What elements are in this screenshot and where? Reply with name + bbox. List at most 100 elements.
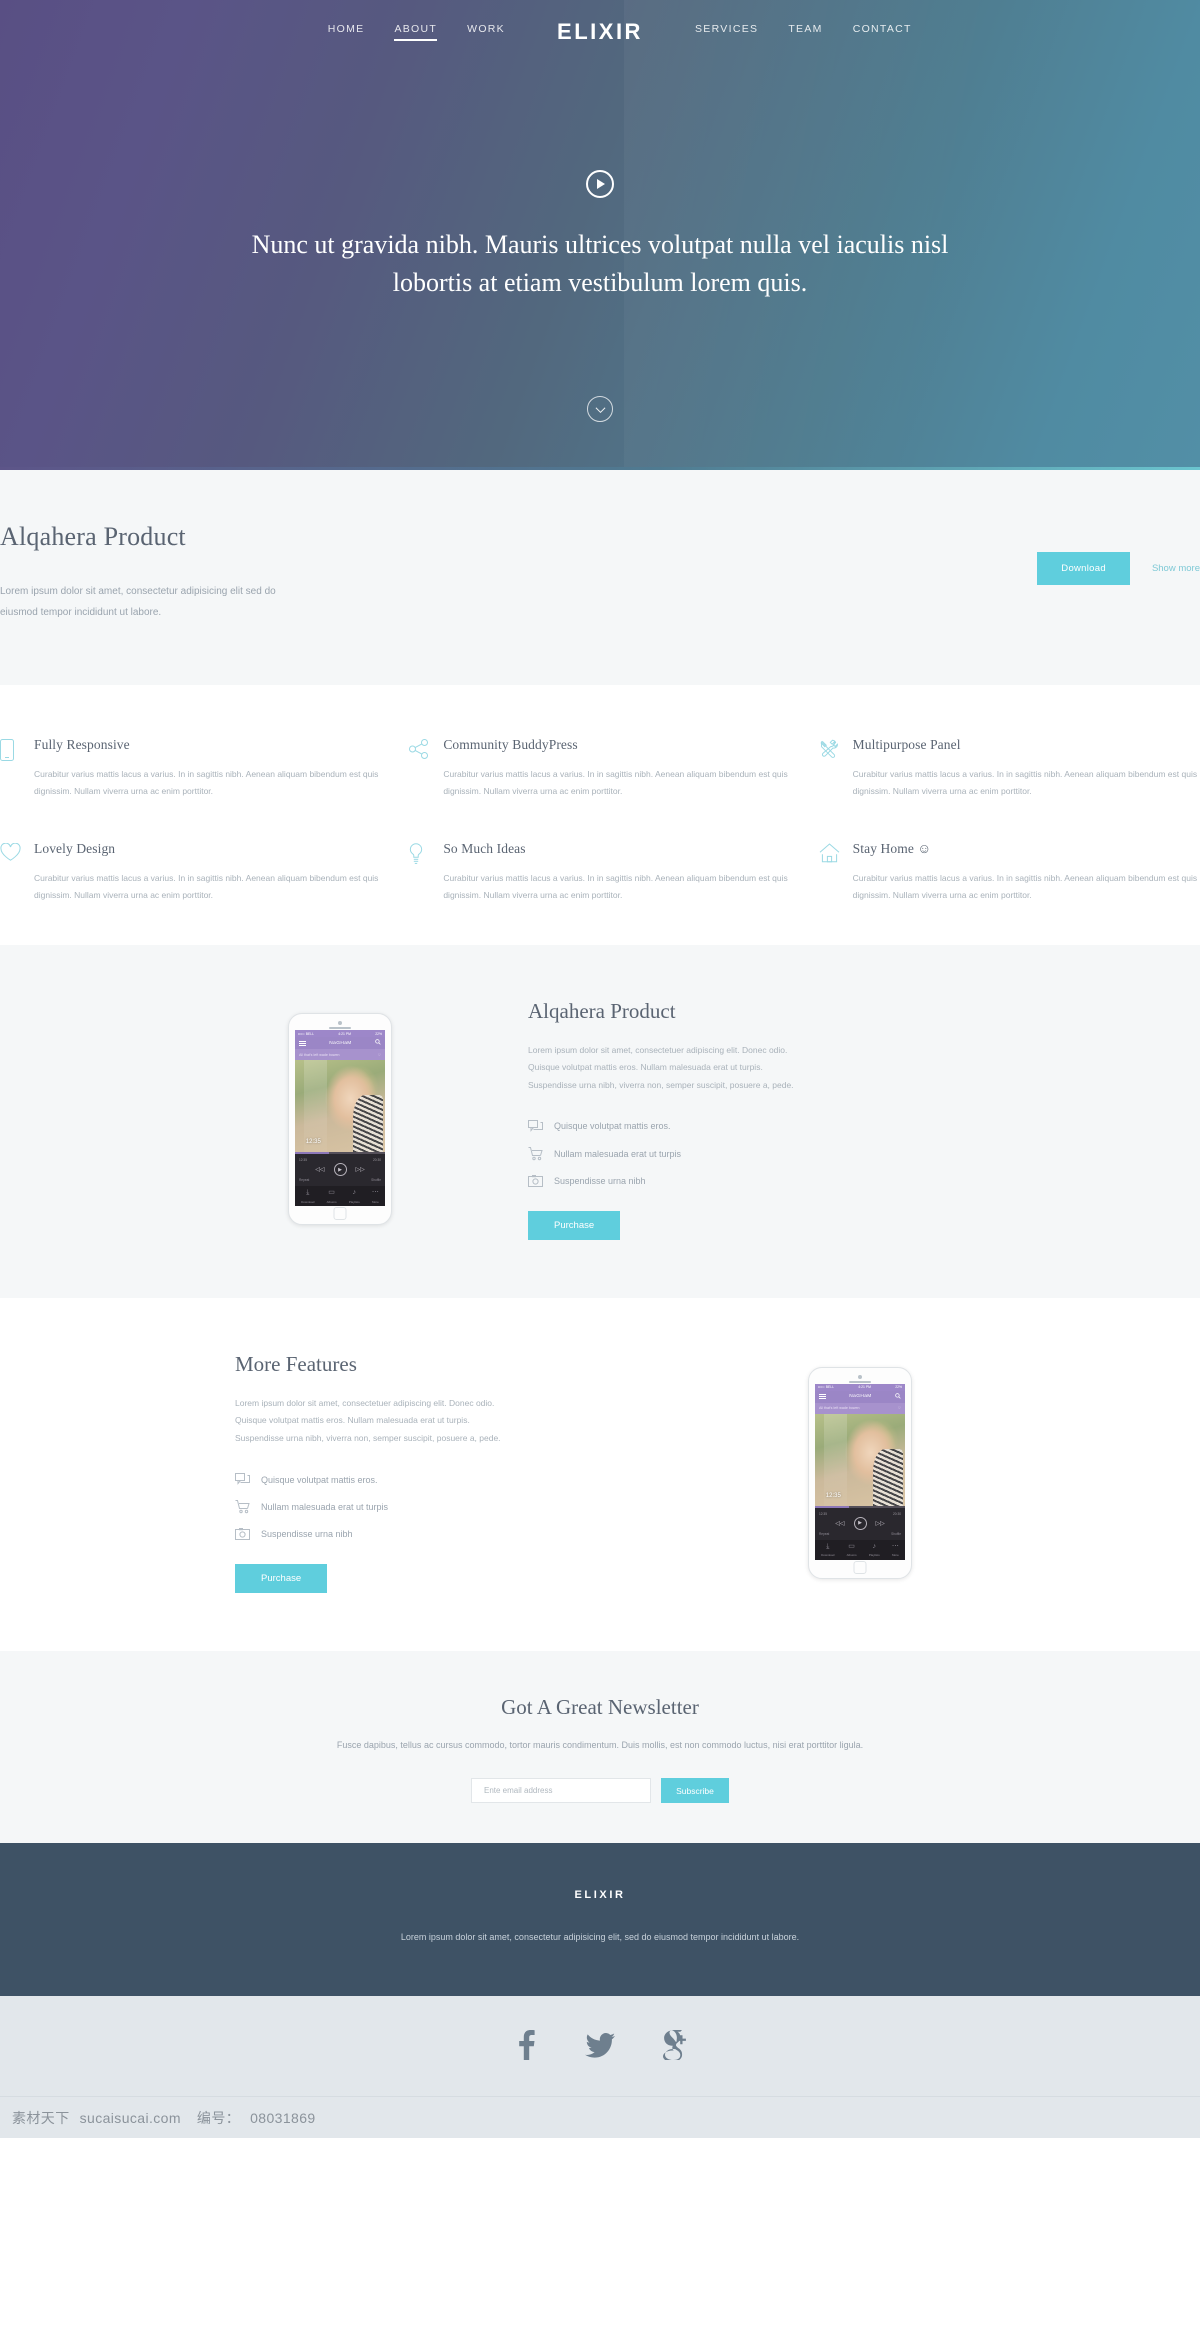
twitter-icon[interactable] [583,2028,617,2062]
feature-card: Stay Home ☺ Curabitur varius mattis lacu… [819,841,1200,905]
feature-text: Curabitur varius mattis lacus a varius. … [443,769,788,797]
list-item-label: Suspendisse urna nibh [554,1175,646,1186]
watermark-site-cn: 素材天下 [12,2109,70,2126]
share-nodes-icon [409,737,431,801]
tab-download[interactable]: ⤓ Download [821,1542,834,1558]
phone-battery: 22% [375,1031,382,1036]
play-triangle-icon [597,179,605,189]
phone-mockup-right: ••••○ BELL 4:21 PM 22% NaGHaM All that's… [710,1366,1010,1579]
phone-device: ••••○ BELL 4:21 PM 22% NaGHaM All that's… [808,1366,912,1579]
features-section: Fully Responsive Curabitur varius mattis… [0,685,1200,945]
phone-time: 4:21 PM [338,1031,351,1036]
nav-item-team[interactable]: TEAM [788,23,822,41]
next-icon[interactable]: ▷▷ [876,1520,885,1527]
phone-time: 4:21 PM [858,1385,871,1390]
home-icon [819,841,841,905]
shuffle-label[interactable]: Shuffle [891,1532,901,1536]
cart-icon [235,1500,250,1514]
heart-outline-icon[interactable]: ♡ [378,1053,381,1057]
phone-screen: ••••○ BELL 4:21 PM 22% NaGHaM All that's… [295,1030,385,1207]
facebook-icon[interactable] [509,2028,543,2062]
phone-appbar: NaGHaM [815,1390,905,1403]
brand-logo[interactable]: ELIXIR [505,19,695,45]
email-field[interactable] [471,1778,651,1804]
phone-home-button[interactable] [333,1207,347,1221]
phone-nowplaying-bar: All that's left wade bowen ♡ [815,1402,905,1414]
watermark-id-value: 08031869 [250,2109,316,2126]
phone-battery: 22% [895,1385,902,1390]
nav-left-group: HOME ABOUT WORK [245,23,505,41]
nav-item-home[interactable]: HOME [328,23,365,41]
search-icon[interactable] [895,1392,901,1401]
product-paragraph: Lorem ipsum dolor sit amet, consectetuer… [528,1044,794,1090]
phone-app-title: NaGHaM [329,1040,352,1046]
phone-speaker [849,1380,871,1383]
tab-playlists[interactable]: ♪ Playlists [869,1542,880,1558]
phone-app-title: NaGHaM [849,1394,872,1400]
purchase-button[interactable]: Purchase [235,1564,328,1594]
footer-text: Lorem ipsum dolor sit amet, consectetur … [400,1932,800,1943]
repeat-label[interactable]: Repeat [299,1178,309,1182]
phone-statusbar: ••••○ BELL 4:21 PM 22% [815,1383,905,1391]
prev-icon[interactable]: ◁◁ [835,1520,844,1527]
phone-play-icon[interactable]: ▶ [853,1516,867,1530]
phone-play-icon[interactable]: ▶ [333,1163,347,1177]
heart-outline-icon[interactable]: ♡ [898,1406,901,1410]
camera-icon [235,1528,250,1541]
tab-more[interactable]: ⋯ More [892,1542,899,1558]
repeat-label[interactable]: Repeat [819,1532,829,1536]
feature-text: Curabitur varius mattis lacus a varius. … [852,769,1198,797]
play-icon[interactable] [586,170,614,198]
phone-nowplaying-bar: All that's left wade bowen ♡ [295,1049,385,1061]
newsletter-section: Got A Great Newsletter Fusce dapibus, te… [0,1651,1200,1844]
nav-item-services[interactable]: SERVICES [695,23,758,41]
footer: ELIXIR Lorem ipsum dolor sit amet, conse… [0,1843,1200,1997]
product-copy: Alqahera Product Lorem ipsum dolor sit a… [490,999,1010,1240]
phone-album-art: 12:35 [815,1413,905,1506]
phone-screen: ••••○ BELL 4:21 PM 22% NaGHaM All that's… [815,1383,905,1560]
download-button[interactable]: Download [1037,552,1130,585]
page-title: Alqahera Product [0,522,186,551]
hamburger-icon[interactable] [819,1393,826,1401]
phone-home-button[interactable] [853,1560,867,1574]
next-icon[interactable]: ▷▷ [356,1166,365,1173]
show-more-link[interactable]: Show more [1152,563,1200,574]
watermark-site: sucaisucai.com [79,2109,181,2126]
main-navigation: HOME ABOUT WORK ELIXIR SERVICES TEAM CON… [0,0,1200,56]
feature-card: Multipurpose Panel Curabitur varius matt… [819,737,1200,801]
phone-elapsed: 12:35 [299,1158,307,1163]
feature-title: Fully Responsive [34,737,130,752]
more-features-copy: More Features Lorem ipsum dolor sit amet… [190,1352,710,1594]
social-bar [0,1996,1200,2097]
nav-item-work[interactable]: WORK [467,23,505,41]
feature-text: Curabitur varius mattis lacus a varius. … [443,872,788,901]
lightbulb-icon [409,841,431,905]
phone-speaker [329,1027,351,1030]
google-plus-icon[interactable] [657,2028,691,2062]
list-item: Quisque volutpat mattis eros. [528,1119,1000,1133]
watermark-id-label: 编号： [196,2109,241,2126]
nav-item-about[interactable]: ABOUT [394,23,437,41]
product-bullet-list: Quisque volutpat mattis eros. Nullam mal… [528,1119,1000,1187]
tab-more[interactable]: ⋯ More [372,1188,379,1204]
feature-title: Community BuddyPress [443,737,578,752]
tools-icon [819,737,841,801]
search-icon[interactable] [375,1039,381,1047]
chevron-down-icon[interactable] [587,396,613,422]
list-item: Nullam malesuada erat ut turpis [235,1500,700,1514]
tab-albums[interactable]: ▭ Albums [327,1188,337,1204]
tab-playlists[interactable]: ♪ Playlists [349,1188,360,1204]
purchase-button[interactable]: Purchase [528,1210,621,1240]
phone-statusbar: ••••○ BELL 4:21 PM 22% [295,1030,385,1038]
feature-card: Lovely Design Curabitur varius mattis la… [0,841,381,905]
prev-icon[interactable]: ◁◁ [315,1166,324,1173]
intro-paragraph: Lorem ipsum dolor sit amet, consectetur … [0,586,276,618]
shuffle-label[interactable]: Shuffle [371,1178,381,1182]
features-grid: Fully Responsive Curabitur varius mattis… [0,737,1200,905]
nav-item-contact[interactable]: CONTACT [853,23,912,41]
hamburger-icon[interactable] [299,1039,306,1047]
subscribe-button[interactable]: Subscribe [661,1778,729,1804]
chat-icon [528,1119,543,1133]
tab-download[interactable]: ⤓ Download [301,1188,314,1204]
tab-albums[interactable]: ▭ Albums [847,1542,857,1558]
